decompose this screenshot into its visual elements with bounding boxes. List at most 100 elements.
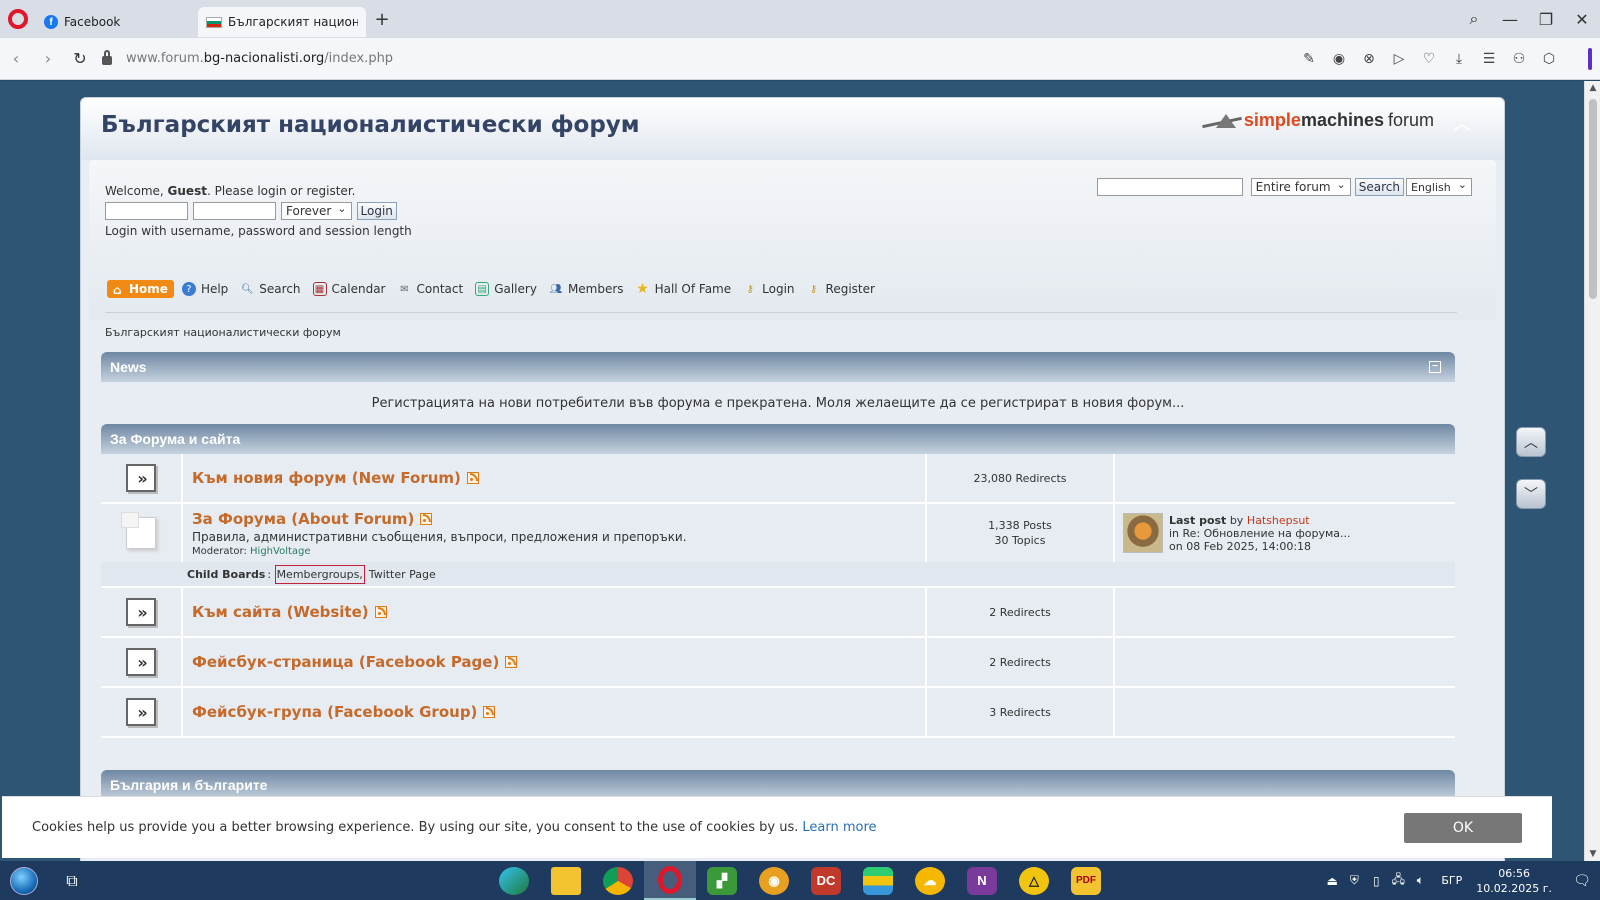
language-select[interactable]: English	[1406, 178, 1472, 196]
menu-calendar[interactable]: ▦ Calendar	[312, 282, 386, 296]
taskbar-onenote[interactable]: N	[956, 861, 1008, 900]
new-tab-button[interactable]: +	[370, 7, 394, 31]
breadcrumb[interactable]: Българският националистически форум	[105, 326, 341, 339]
username-input[interactable]	[105, 202, 188, 220]
menu-gallery[interactable]: ▤ Gallery	[475, 282, 537, 296]
child-board-membergroups[interactable]: Membergroups,	[274, 564, 365, 584]
redirect-icon: »	[126, 464, 156, 492]
usb-icon[interactable]: ⏏	[1321, 874, 1343, 888]
taskbar-opera[interactable]	[644, 861, 696, 900]
menu-login[interactable]: ⚷ Login	[743, 282, 794, 296]
forward-button[interactable]: ›	[32, 49, 64, 68]
network-icon[interactable]: 🖧︎	[1387, 870, 1409, 891]
search-input[interactable]	[1096, 178, 1243, 196]
scroll-bottom-button[interactable]: ﹀	[1516, 479, 1546, 509]
menu-contact[interactable]: ✉ Contact	[398, 282, 463, 296]
tab-facebook[interactable]: f Facebook	[36, 7, 198, 37]
moderator-link[interactable]: HighVoltage	[250, 546, 311, 557]
shield-icon[interactable]: ⛨	[1343, 873, 1365, 888]
tab-search-icon[interactable]: ⌕	[1456, 9, 1492, 29]
dc-app-icon: DC	[811, 866, 841, 895]
session-length-select[interactable]: Forever	[281, 202, 352, 220]
profile-icon[interactable]: ⚇	[1504, 51, 1534, 67]
start-button[interactable]	[0, 861, 48, 900]
taskbar-app-dc[interactable]: DC	[800, 861, 852, 900]
child-board-twitter[interactable]: Twitter Page	[369, 568, 436, 581]
restore-button[interactable]: ❐	[1528, 10, 1564, 29]
adblock-icon[interactable]: ⊗	[1354, 51, 1384, 67]
taskbar-app-eye[interactable]: ◉	[748, 861, 800, 900]
search-button[interactable]: Search	[1354, 178, 1404, 196]
menu-label: Login	[762, 282, 795, 296]
taskbar-pdf[interactable]: PDF	[1060, 861, 1112, 900]
extensions-icon[interactable]: ⬡	[1534, 51, 1564, 67]
collapse-news-icon[interactable]: −	[1429, 361, 1441, 373]
task-view-icon[interactable]: ⧉	[54, 871, 90, 891]
star-icon: ★	[636, 281, 649, 297]
vertical-scrollbar[interactable]: ▲ ▼	[1584, 81, 1600, 861]
menu-help[interactable]: ? Help	[181, 282, 228, 296]
menu-register[interactable]: ⚷ Register	[807, 282, 875, 296]
last-post-user[interactable]: Hatshepsut	[1247, 514, 1310, 527]
rss-icon[interactable]	[505, 656, 518, 668]
taskbar-weather[interactable]: ☁	[904, 861, 956, 900]
rss-icon[interactable]	[483, 706, 496, 718]
board-name[interactable]: Към сайта (Website)	[192, 603, 387, 621]
menu-home[interactable]: ⌂ Home	[107, 280, 174, 298]
board-stats: 3 Redirects	[927, 688, 1115, 736]
taskbar-app-triangle[interactable]: △	[1008, 861, 1060, 900]
minimize-button[interactable]: —	[1492, 10, 1528, 29]
clock[interactable]: 06:56 10.02.2025 г.	[1476, 866, 1552, 896]
rss-icon[interactable]	[466, 472, 479, 484]
heart-icon[interactable]: ♡	[1414, 51, 1444, 67]
menu-label: Gallery	[494, 282, 537, 296]
scrollbar-thumb[interactable]	[1589, 99, 1597, 299]
rss-icon[interactable]	[420, 512, 433, 525]
cookie-ok-button[interactable]: OK	[1404, 813, 1522, 843]
notifications-icon[interactable]: 🗨︎	[1564, 873, 1600, 889]
collapse-header-icon[interactable]: ︿	[1450, 114, 1474, 138]
scroll-top-button[interactable]: ︿	[1516, 427, 1546, 457]
board-name[interactable]: Фейсбук-страница (Facebook Page)	[192, 653, 518, 671]
volume-icon[interactable]: 🔈︎	[1409, 873, 1431, 888]
scroll-up-arrow-icon[interactable]: ▲	[1585, 83, 1600, 93]
easy-setup-icon[interactable]: ☰	[1474, 51, 1504, 67]
password-input[interactable]	[193, 202, 276, 220]
url-field[interactable]: www.forum. bg-nacionalisti.org/index.php	[102, 50, 393, 66]
menu-search[interactable]: 🔍︎ Search	[240, 282, 301, 296]
battery-icon[interactable]: ▯	[1365, 874, 1387, 888]
input-language[interactable]: БГР	[1441, 874, 1462, 887]
last-post-label: Last post	[1169, 513, 1227, 527]
camera-icon[interactable]: ◉	[1324, 51, 1354, 67]
rss-icon[interactable]	[374, 606, 387, 618]
menu-members[interactable]: 👥︎ Members	[549, 282, 624, 296]
taskbar-app-layers[interactable]	[852, 861, 904, 900]
board-name[interactable]: Към новия форум (New Forum)	[192, 469, 479, 487]
close-button[interactable]: ✕	[1564, 10, 1600, 29]
tab-forum[interactable]: Българският националис	[198, 7, 366, 37]
back-button[interactable]: ‹	[0, 49, 32, 68]
taskbar-app-chart[interactable]: ▞	[696, 861, 748, 900]
taskbar-edge[interactable]	[488, 861, 540, 900]
search-scope-select[interactable]: Entire forum	[1250, 178, 1351, 196]
board-name[interactable]: За Форума (About Forum)	[192, 510, 433, 528]
board-name-text: Фейсбук-страница (Facebook Page)	[192, 653, 500, 671]
category-header[interactable]: За Форума и сайта	[101, 424, 1455, 454]
avatar[interactable]	[1123, 513, 1163, 553]
login-button[interactable]: Login	[356, 202, 397, 220]
menu-hall-of-fame[interactable]: ★ Hall Of Fame	[636, 281, 731, 297]
play-icon[interactable]: ▷	[1384, 51, 1414, 67]
last-post-topic[interactable]: in Re: Обновление на форума...	[1169, 527, 1350, 540]
smf-logo[interactable]: simple machines forum	[1202, 110, 1434, 131]
taskbar-chrome[interactable]	[592, 861, 644, 900]
learn-more-link[interactable]: Learn more	[802, 820, 876, 835]
reload-button[interactable]: ↻	[64, 49, 96, 68]
opera-logo-icon[interactable]	[8, 9, 28, 29]
scroll-down-arrow-icon[interactable]: ▼	[1585, 849, 1600, 859]
board-name[interactable]: Фейсбук-група (Facebook Group)	[192, 703, 496, 721]
download-icon[interactable]: ⤓	[1444, 51, 1474, 67]
board-stats: 1,338 Posts 30 Topics	[927, 504, 1115, 562]
eye-app-icon: ◉	[759, 866, 789, 895]
taskbar-explorer[interactable]	[540, 861, 592, 900]
edit-icon[interactable]: ✎	[1294, 51, 1324, 67]
